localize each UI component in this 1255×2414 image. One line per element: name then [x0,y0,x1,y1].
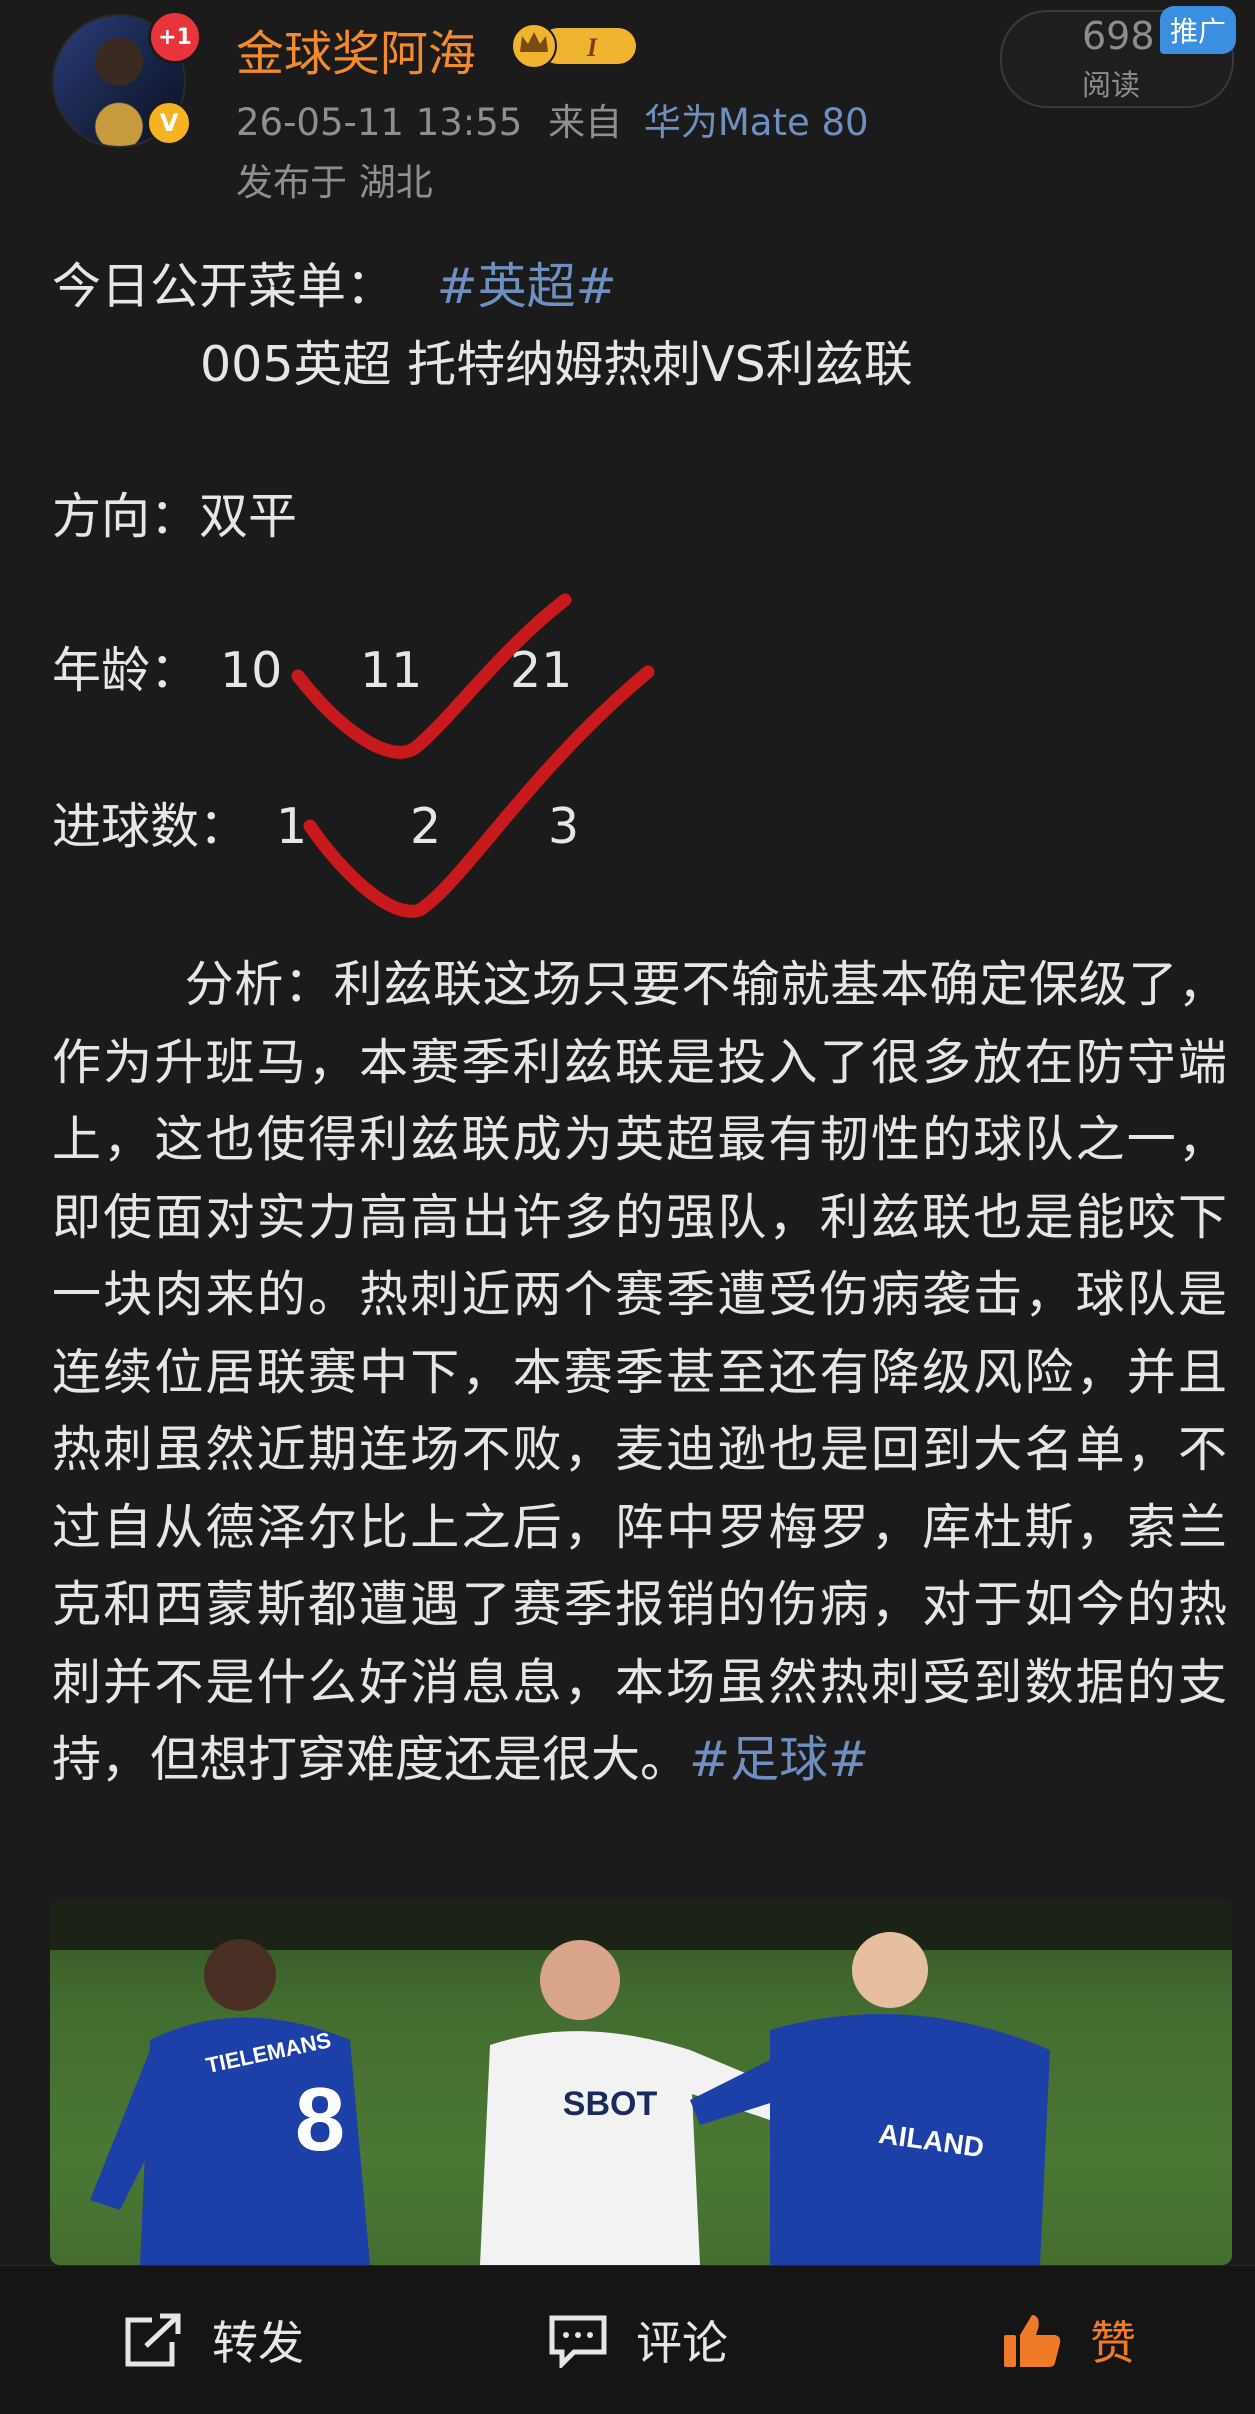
football-match-image: 8 TIELEMANS SBOT AILAND [50,1900,1232,2265]
age-value: 21 [510,642,573,699]
post-photo[interactable]: 8 TIELEMANS SBOT AILAND [50,1900,1232,2265]
match-line: 005英超 托特纳姆热刺VS利兹联 [200,336,913,393]
age-line: 年龄： 10 11 21 [52,646,572,695]
read-label: 阅读 [1082,68,1141,102]
menu-line: 今日公开菜单： #英超# [52,262,617,311]
jersey-number: 8 [295,2070,345,2170]
age-value: 11 [360,642,423,699]
football-tag-link[interactable]: #足球# [689,1731,869,1788]
crown-level-icon[interactable]: I [506,20,642,70]
read-count: 698 [1082,14,1155,58]
direction-line: 方向：双平 [52,488,298,545]
like-button[interactable]: 赞 [1002,2266,1136,2414]
post-meta: 26-05-11 13:55 来自 华为Mate 80 [236,92,869,146]
goals-value: 1 [276,798,308,855]
check-mark-goals [303,665,655,918]
verified-icon: V [146,100,192,146]
thumbs-up-icon [1004,2315,1061,2367]
check-marks-annotation [291,593,655,918]
notification-badge: +1 [148,10,202,64]
repost-button[interactable]: 转发 [122,2266,304,2414]
goals-label: 进球数： [52,798,249,855]
share-icon [125,2313,181,2367]
sponsor-text-white: SBOT [563,2085,658,2123]
goals-value: 3 [548,798,580,855]
level-badge-text: I [586,33,598,62]
comment-label: 评论 [636,2316,728,2370]
source-prefix: 来自 [548,101,623,144]
post-header: +1 V 金球奖阿海 I 26-05-11 13:55 来自 华为Mate 80… [0,0,1255,210]
repost-label: 转发 [212,2316,304,2370]
comment-button[interactable]: 评论 [548,2266,728,2414]
analysis-paragraph: 分析：利兹联这场只要不输就基本确定保级了，作为升班马，本赛季利兹联是投入了很多放… [52,946,1227,1799]
like-label: 赞 [1090,2316,1136,2370]
age-label: 年龄： [52,642,200,699]
analysis-text: 分析：利兹联这场只要不输就基本确定保级了，作为升班马，本赛季利兹联是投入了很多放… [52,956,1227,1788]
goals-line: 进球数： 1 2 3 [52,802,579,851]
device-link[interactable]: 华为Mate 80 [644,101,869,144]
action-bar: 转发 评论 赞 [0,2265,1255,2414]
goals-value: 2 [410,798,442,855]
location: 发布于 湖北 [236,161,433,204]
timestamp: 26-05-11 13:55 [236,101,523,144]
topic-tag-link[interactable]: #英超# [437,258,617,315]
menu-label: 今日公开菜单： [52,258,396,315]
comment-icon [549,2315,607,2368]
promo-tag[interactable]: 推广 [1160,6,1236,54]
username[interactable]: 金球奖阿海 [236,14,476,84]
age-value: 10 [220,642,283,699]
